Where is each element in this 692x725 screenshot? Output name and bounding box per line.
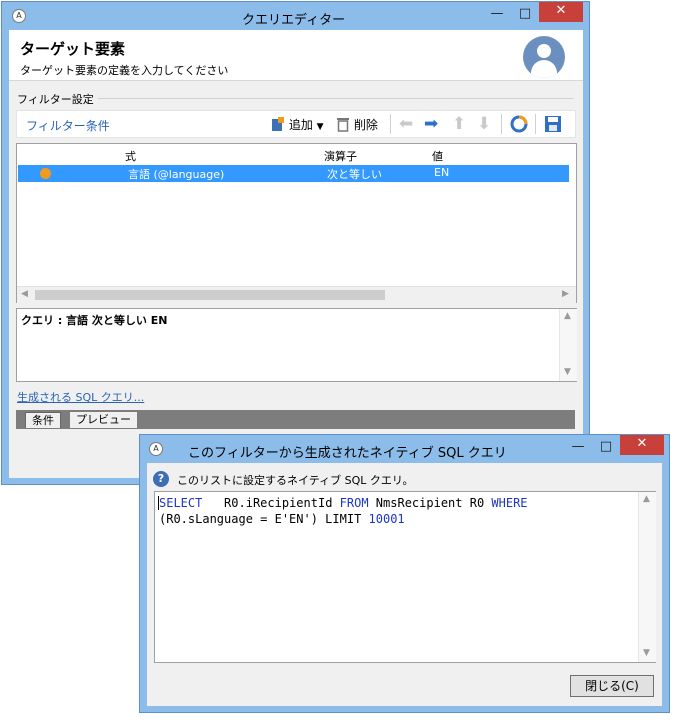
sql-scroll-up-icon[interactable]: ▲ bbox=[643, 494, 650, 504]
horizontal-scrollbar[interactable]: ◀ ▶ bbox=[17, 286, 576, 303]
row-operator: 次と等しい bbox=[327, 168, 382, 181]
row-value: EN bbox=[434, 166, 450, 179]
close-window-button[interactable]: ✕ bbox=[539, 2, 583, 22]
delete-button[interactable]: 削除 bbox=[336, 116, 378, 133]
dialog-maximize-button[interactable]: □ bbox=[592, 438, 620, 458]
help-icon: ? bbox=[153, 471, 169, 487]
query-editor-client: ターゲット要素 ターゲット要素の定義を入力してください フィルター設定 フィルタ… bbox=[9, 30, 583, 478]
add-filter-icon bbox=[272, 117, 284, 131]
scroll-down-icon[interactable]: ▼ bbox=[564, 367, 571, 377]
dialog-app-icon: A bbox=[149, 442, 163, 456]
refresh-chart-icon[interactable] bbox=[510, 115, 528, 136]
move-down-icon[interactable]: ⬇ bbox=[477, 114, 491, 134]
page-title: ターゲット要素 bbox=[20, 40, 126, 58]
tab-preview[interactable]: プレビュー bbox=[70, 412, 137, 428]
app-icon: A bbox=[12, 9, 26, 23]
maximize-button[interactable]: □ bbox=[511, 5, 539, 25]
toolbar-separator bbox=[535, 114, 536, 134]
scroll-left-icon[interactable]: ◀ bbox=[21, 289, 28, 299]
close-button[interactable]: 閉じる(C) bbox=[570, 675, 654, 697]
dialog-close-window-button[interactable]: ✕ bbox=[620, 435, 664, 455]
toolbar-separator bbox=[390, 114, 391, 134]
query-vertical-scrollbar[interactable]: ▲ ▼ bbox=[559, 309, 577, 381]
header-band: ターゲット要素 ターゲット要素の定義を入力してください bbox=[9, 30, 583, 81]
move-right-icon[interactable]: ➡ bbox=[424, 114, 438, 134]
scroll-up-icon[interactable]: ▲ bbox=[564, 311, 571, 321]
generated-sql-link[interactable]: 生成される SQL クエリ... bbox=[17, 389, 144, 405]
tab-conditions[interactable]: 条件 bbox=[25, 412, 61, 428]
add-label: 追加 bbox=[288, 118, 313, 132]
dialog-title: このフィルターから生成されたネイティブ SQL クエリ bbox=[188, 446, 507, 461]
move-up-icon[interactable]: ⬆ bbox=[452, 114, 466, 134]
query-text: クエリ : 言語 次と等しい EN bbox=[21, 314, 168, 327]
table-row[interactable]: 言語 (@language) 次と等しい EN bbox=[18, 165, 569, 182]
column-header-operator[interactable]: 演算子 bbox=[324, 148, 357, 164]
toolbar-separator bbox=[501, 114, 502, 134]
scroll-right-icon[interactable]: ▶ bbox=[562, 289, 569, 299]
page-subtitle: ターゲット要素の定義を入力してください bbox=[20, 64, 229, 77]
sql-dialog-client: ? このリストに設定するネイティブ SQL クエリ。 SELECT R0.iRe… bbox=[147, 463, 662, 706]
column-header-value[interactable]: 値 bbox=[432, 148, 443, 164]
status-indicator-icon bbox=[40, 168, 51, 179]
scroll-thumb[interactable] bbox=[35, 290, 385, 300]
save-icon[interactable] bbox=[544, 115, 562, 136]
window-title: クエリエディター bbox=[242, 13, 346, 28]
minimize-button[interactable]: — bbox=[483, 5, 511, 25]
filter-conditions-link[interactable]: フィルター条件 bbox=[26, 117, 110, 134]
move-left-icon[interactable]: ⬅ bbox=[399, 114, 413, 134]
column-header-expression[interactable]: 式 bbox=[125, 148, 136, 164]
sql-text-area[interactable]: SELECT R0.iRecipientId FROM NmsRecipient… bbox=[154, 491, 656, 663]
filter-settings-label: フィルター設定 bbox=[17, 91, 98, 107]
condition-list[interactable]: 式 演算子 値 言語 (@language) 次と等しい EN ◀ ▶ bbox=[16, 143, 577, 303]
group-divider bbox=[17, 98, 573, 99]
sql-scroll-down-icon[interactable]: ▼ bbox=[643, 648, 650, 658]
trash-icon bbox=[337, 118, 349, 132]
row-expression: 言語 (@language) bbox=[128, 168, 225, 181]
query-description: クエリ : 言語 次と等しい EN ▲ ▼ bbox=[16, 308, 577, 382]
sql-line-1: SELECT R0.iRecipientId FROM NmsRecipient… bbox=[159, 496, 528, 510]
user-avatar-icon bbox=[523, 36, 565, 78]
add-button[interactable]: 追加 ▼ bbox=[269, 116, 324, 133]
add-dropdown-arrow-icon[interactable]: ▼ bbox=[317, 122, 324, 132]
sql-line-2: (R0.sLanguage = E'EN') LIMIT 10001 bbox=[159, 512, 405, 526]
sql-vertical-scrollbar[interactable]: ▲ ▼ bbox=[638, 492, 656, 662]
tab-bar: 条件 プレビュー bbox=[16, 410, 575, 429]
delete-label: 削除 bbox=[353, 118, 378, 132]
dialog-help-text: このリストに設定するネイティブ SQL クエリ。 bbox=[177, 474, 414, 487]
filter-toolbar: フィルター条件 追加 ▼ 削除 ⬅ ➡ ⬆ ⬇ bbox=[16, 110, 576, 138]
dialog-minimize-button[interactable]: — bbox=[564, 438, 592, 458]
